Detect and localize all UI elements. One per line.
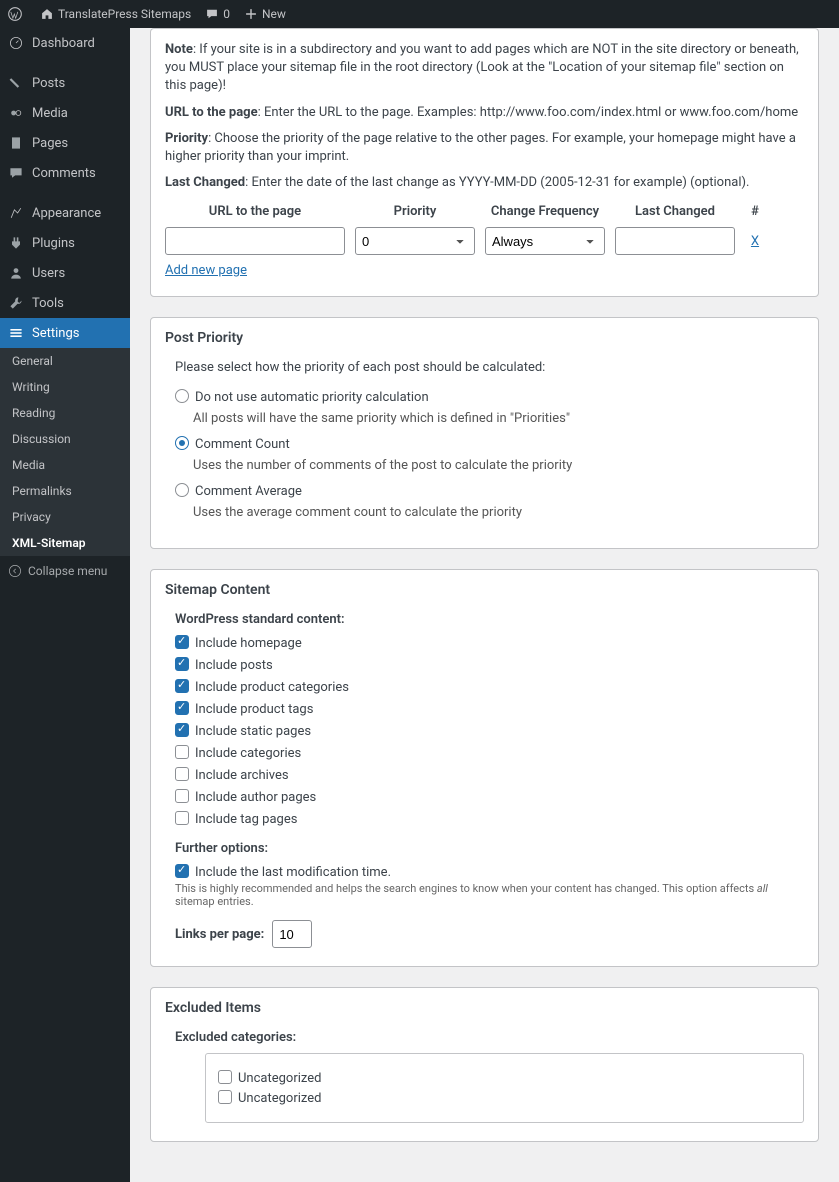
col-url: URL to the page	[165, 204, 345, 219]
excluded-items-panel: Excluded Items Excluded categories: Unca…	[150, 987, 819, 1142]
links-per-page-input[interactable]	[272, 920, 312, 948]
col-priority: Priority	[355, 204, 475, 219]
pages-row: 0 Always X	[165, 227, 804, 255]
admin-sidebar: Dashboard Posts Media Pages Comments App…	[0, 28, 130, 1182]
new-link[interactable]: New	[244, 7, 286, 21]
menu-dashboard[interactable]: Dashboard	[0, 28, 130, 58]
content-check-1[interactable]: Include posts	[175, 657, 804, 673]
sub-privacy[interactable]: Privacy	[0, 504, 130, 530]
comments-link[interactable]: 0	[205, 7, 230, 21]
pages-table-head: URL to the page Priority Change Frequenc…	[165, 204, 804, 219]
post-priority-intro: Please select how the priority of each p…	[175, 360, 804, 375]
priority-opt-none[interactable]: Do not use automatic priority calculatio…	[175, 389, 804, 405]
menu-users[interactable]: Users	[0, 258, 130, 288]
sub-media[interactable]: Media	[0, 452, 130, 478]
admin-topbar: TranslatePress Sitemaps 0 New	[0, 0, 839, 28]
help-text: Note: If your site is in a subdirectory …	[165, 41, 804, 192]
menu-media[interactable]: Media	[0, 98, 130, 128]
menu-settings[interactable]: Settings	[0, 318, 130, 348]
standard-content-heading: WordPress standard content:	[175, 612, 804, 627]
sub-general[interactable]: General	[0, 348, 130, 374]
sitemap-content-title: Sitemap Content	[165, 582, 804, 598]
priority-select[interactable]: 0	[355, 227, 475, 255]
excluded-cat[interactable]: Uncategorized	[218, 1090, 791, 1106]
new-label: New	[262, 7, 286, 21]
excluded-categories-box: Uncategorized Uncategorized	[205, 1053, 804, 1123]
content-check-2[interactable]: Include product categories	[175, 679, 804, 695]
site-name: TranslatePress Sitemaps	[58, 7, 191, 21]
post-priority-panel: Post Priority Please select how the prio…	[150, 317, 819, 549]
post-priority-title: Post Priority	[165, 330, 804, 346]
content-check-5[interactable]: Include categories	[175, 745, 804, 761]
sub-reading[interactable]: Reading	[0, 400, 130, 426]
excluded-title: Excluded Items	[165, 1000, 804, 1016]
sub-discussion[interactable]: Discussion	[0, 426, 130, 452]
modtime-note: This is highly recommended and helps the…	[175, 882, 804, 908]
freq-select[interactable]: Always	[485, 227, 605, 255]
content-check-7[interactable]: Include author pages	[175, 789, 804, 805]
sub-xml-sitemap[interactable]: XML-Sitemap	[0, 530, 130, 556]
content-check-4[interactable]: Include static pages	[175, 723, 804, 739]
add-new-page-link[interactable]: Add new page	[165, 263, 247, 278]
settings-submenu: General Writing Reading Discussion Media…	[0, 348, 130, 556]
delete-row-link[interactable]: X	[751, 234, 759, 249]
col-freq: Change Frequency	[485, 204, 605, 219]
content-check-6[interactable]: Include archives	[175, 767, 804, 783]
menu-tools[interactable]: Tools	[0, 288, 130, 318]
content-check-8[interactable]: Include tag pages	[175, 811, 804, 827]
links-per-page-label: Links per page:	[175, 927, 264, 942]
priority-opt-avg[interactable]: Comment Average	[175, 483, 804, 499]
menu-pages[interactable]: Pages	[0, 128, 130, 158]
comment-count: 0	[223, 7, 230, 21]
excluded-cats-heading: Excluded categories:	[175, 1030, 804, 1045]
priority-opt-count[interactable]: Comment Count	[175, 436, 804, 452]
collapse-menu[interactable]: Collapse menu	[0, 556, 130, 586]
additional-pages-panel: Note: If your site is in a subdirectory …	[150, 28, 819, 297]
wp-logo[interactable]	[8, 7, 26, 21]
sitemap-content-panel: Sitemap Content WordPress standard conte…	[150, 569, 819, 967]
col-last: Last Changed	[615, 204, 735, 219]
further-options-heading: Further options:	[175, 841, 804, 856]
menu-appearance[interactable]: Appearance	[0, 198, 130, 228]
site-home-link[interactable]: TranslatePress Sitemaps	[40, 7, 191, 21]
include-modtime[interactable]: Include the last modification time.	[175, 865, 391, 880]
menu-plugins[interactable]: Plugins	[0, 228, 130, 258]
sub-writing[interactable]: Writing	[0, 374, 130, 400]
menu-posts[interactable]: Posts	[0, 68, 130, 98]
content-check-0[interactable]: Include homepage	[175, 635, 804, 651]
lastchanged-input[interactable]	[615, 227, 735, 255]
col-hash: #	[745, 204, 765, 219]
content-check-3[interactable]: Include product tags	[175, 701, 804, 717]
menu-comments[interactable]: Comments	[0, 158, 130, 188]
sub-permalinks[interactable]: Permalinks	[0, 478, 130, 504]
main-content: Note: If your site is in a subdirectory …	[130, 28, 839, 1182]
excluded-cat[interactable]: Uncategorized	[218, 1070, 791, 1086]
page-url-input[interactable]	[165, 227, 345, 255]
